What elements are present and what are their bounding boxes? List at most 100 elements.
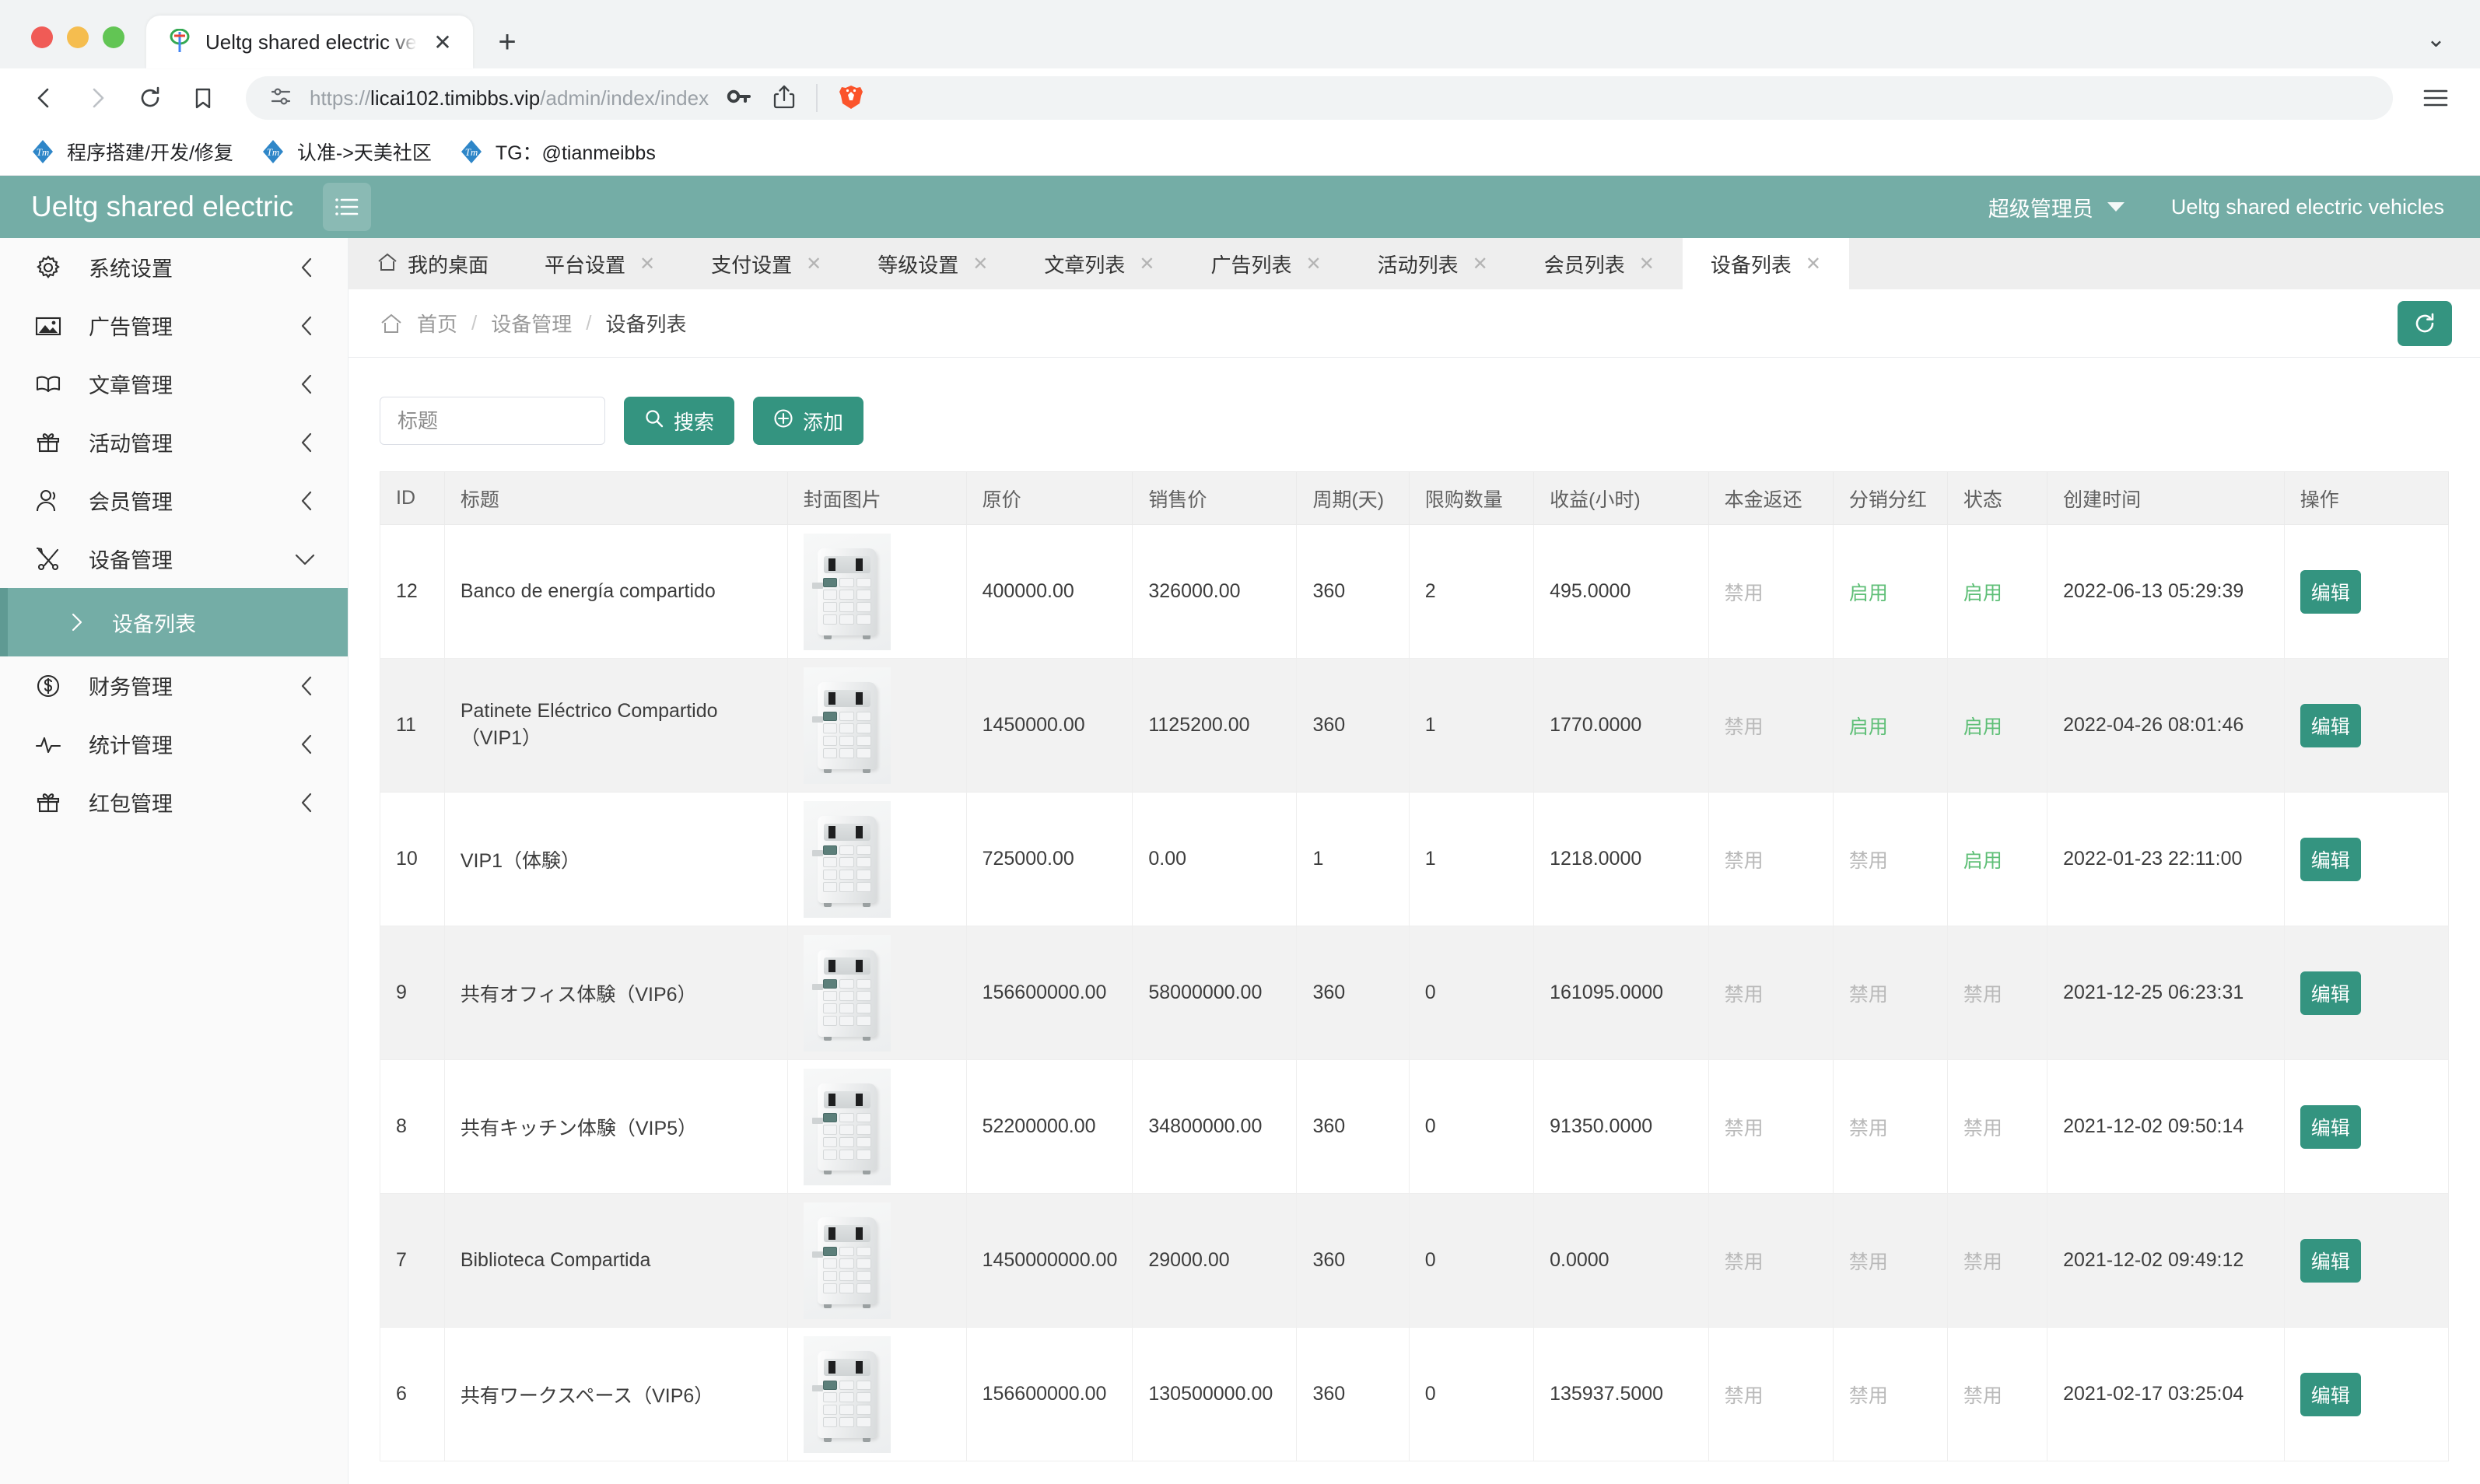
edit-button[interactable]: 编辑 [2300, 837, 2361, 881]
cell-income: 1218.0000 [1533, 792, 1709, 926]
tab-ad-list[interactable]: 广告列表 ✕ [1183, 238, 1350, 289]
cell-id: 10 [380, 792, 445, 926]
edit-button[interactable]: 编辑 [2300, 1238, 2361, 1283]
browser-tab-strip: Ueltg shared electric vehicles ✕ + ⌄ [0, 0, 2480, 68]
sidebar-item-finance-management[interactable]: 财务管理 [0, 656, 348, 715]
table-row: 9 共有オフィス体験（VIP6） 156600000.00 58000000.00 3… [380, 926, 2450, 1060]
search-input[interactable] [380, 397, 605, 445]
cell-action: 编辑 [2283, 1059, 2450, 1194]
share-icon[interactable] [772, 84, 796, 113]
sidebar-item-ad-management[interactable]: 广告管理 [0, 296, 348, 355]
sidebar-item-redpacket-management[interactable]: 红包管理 [0, 773, 348, 831]
new-tab-button[interactable]: + [484, 19, 531, 65]
close-tab-button[interactable]: ✕ [429, 29, 456, 55]
sidebar-item-statistics-management[interactable]: 统计管理 [0, 715, 348, 773]
browser-tab[interactable]: Ueltg shared electric vehicles ✕ [146, 16, 473, 68]
close-icon[interactable]: ✕ [972, 253, 988, 275]
cell-income: 135937.5000 [1533, 1327, 1709, 1461]
cell-status: 禁用 [1946, 1193, 2048, 1328]
tab-my-desktop[interactable]: 我的桌面 [349, 238, 517, 289]
cell-id: 7 [380, 1193, 445, 1328]
cell-created-time: 2021-12-02 09:50:14 [2047, 1059, 2285, 1194]
sidebar-item-device-list[interactable]: 设备列表 [0, 588, 348, 656]
cell-action: 编辑 [2283, 926, 2450, 1060]
tab-label: 文章列表 [1044, 253, 1126, 277]
cell-original-price: 400000.00 [965, 524, 1133, 659]
site-settings-icon[interactable] [269, 85, 292, 112]
home-icon [377, 252, 398, 276]
close-window-button[interactable] [31, 26, 53, 48]
search-button[interactable]: 搜索 [624, 397, 735, 445]
sidebar-item-label: 统计管理 [89, 734, 173, 758]
close-icon[interactable]: ✕ [1473, 253, 1488, 275]
cell-sale-price: 0.00 [1132, 792, 1298, 926]
address-bar[interactable]: https://licai102.timibbs.vip/admin/index… [246, 76, 2393, 120]
password-key-icon[interactable] [726, 85, 752, 112]
sidebar-item-device-management[interactable]: 设备管理 [0, 530, 348, 588]
cell-status: 启用 [1946, 792, 2048, 926]
column-header-created-time: 创建时间 [2047, 471, 2285, 525]
sidebar-item-article-management[interactable]: 文章管理 [0, 355, 348, 413]
edit-button[interactable]: 编辑 [2300, 569, 2361, 614]
table-row: 8 共有キッチン体験（VIP5） 52200000.00 34800000.00 36… [380, 1059, 2450, 1194]
cell-original-price: 156600000.00 [965, 1327, 1133, 1461]
hamburger-menu-icon[interactable] [2412, 74, 2460, 122]
tab-device-list[interactable]: 设备列表 ✕ [1682, 238, 1850, 289]
maximize-window-button[interactable] [103, 26, 124, 48]
refresh-button[interactable] [2398, 300, 2452, 346]
close-icon[interactable]: ✕ [1639, 253, 1655, 275]
breadcrumb-item-home[interactable]: 首页 [417, 309, 457, 338]
admin-user-menu[interactable]: 超级管理员 [1988, 192, 2126, 222]
cell-created-time: 2022-06-13 05:29:39 [2047, 524, 2285, 659]
bookmark-icon[interactable] [179, 74, 227, 122]
cell-purchase-limit: 1 [1408, 658, 1535, 793]
tab-level-settings[interactable]: 等级设置 ✕ [849, 238, 1016, 289]
column-header-status: 状态 [1946, 471, 2048, 525]
close-icon[interactable]: ✕ [1306, 253, 1322, 275]
edit-button[interactable]: 编辑 [2300, 1372, 2361, 1416]
close-icon[interactable]: ✕ [1139, 253, 1154, 275]
sidebar-item-system-settings[interactable]: 系统设置 [0, 238, 348, 296]
tab-activity-list[interactable]: 活动列表 ✕ [1350, 238, 1516, 289]
edit-button[interactable]: 编辑 [2300, 971, 2361, 1015]
add-button[interactable]: 添加 [753, 397, 864, 445]
sidebar-item-activity-management[interactable]: 活动管理 [0, 413, 348, 471]
admin-app: Ueltg shared electric 超级管理员 Ueltg shared… [0, 176, 2480, 1484]
edit-button[interactable]: 编辑 [2300, 1104, 2361, 1149]
cell-id: 12 [380, 524, 445, 659]
cell-commission: 启用 [1832, 524, 1948, 659]
cell-purchase-limit: 0 [1408, 1059, 1535, 1194]
tab-member-list[interactable]: 会员列表 ✕ [1516, 238, 1683, 289]
add-button-label: 添加 [803, 410, 844, 434]
close-icon[interactable]: ✕ [639, 253, 655, 275]
breadcrumb-item-device-management[interactable]: 设备管理 [491, 309, 572, 338]
back-icon[interactable] [20, 74, 68, 122]
chevron-down-icon[interactable]: ⌄ [2426, 26, 2446, 53]
bookmark-item[interactable]: Tm TG：@tianmeibbs [452, 138, 676, 166]
cell-title: Patinete Eléctrico Compartido（VIP1） [443, 658, 788, 793]
cell-period: 360 [1296, 1327, 1410, 1461]
admin-user-label: 超级管理员 [1988, 197, 2093, 221]
bookmark-label: TG：@tianmeibbs [495, 142, 656, 164]
cell-income: 0.0000 [1533, 1193, 1709, 1328]
tab-platform-settings[interactable]: 平台设置 ✕ [517, 238, 683, 289]
user-icon [33, 485, 64, 516]
bookmark-item[interactable]: Tm 程序搭建/开发/修复 [23, 138, 254, 166]
forward-icon[interactable] [73, 74, 121, 122]
breadcrumb-separator: / [471, 311, 478, 334]
sidebar-item-member-management[interactable]: 会员管理 [0, 471, 348, 530]
close-icon[interactable]: ✕ [1806, 253, 1821, 275]
bookmark-item[interactable]: Tm 认准->天美社区 [254, 138, 452, 166]
minimize-window-button[interactable] [67, 26, 89, 48]
tab-payment-settings[interactable]: 支付设置 ✕ [683, 238, 849, 289]
close-icon[interactable]: ✕ [806, 253, 821, 275]
tab-article-list[interactable]: 文章列表 ✕ [1016, 238, 1182, 289]
cover-thumbnail [803, 1202, 891, 1319]
sidebar-toggle-button[interactable] [323, 183, 372, 231]
reload-icon[interactable] [126, 74, 174, 122]
cell-purchase-limit: 0 [1408, 926, 1535, 1060]
edit-button[interactable]: 编辑 [2300, 703, 2361, 747]
column-header-id: ID [380, 471, 445, 525]
brave-lion-icon[interactable] [838, 83, 864, 114]
plus-circle-icon [773, 408, 793, 434]
